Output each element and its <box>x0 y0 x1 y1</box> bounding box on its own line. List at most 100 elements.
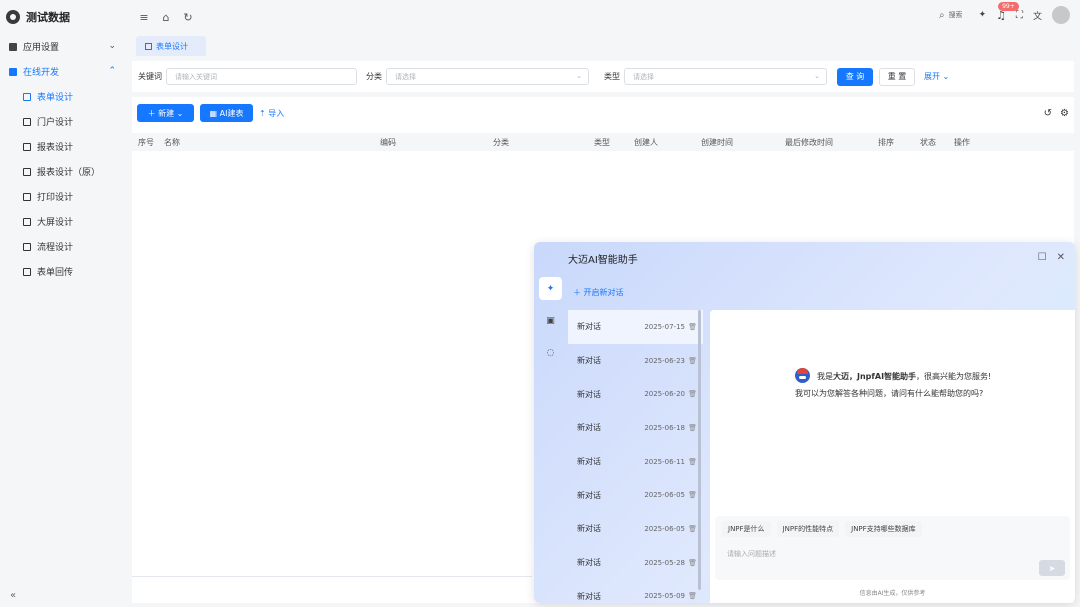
sidebar-group-label: 应用设置 <box>23 43 60 53</box>
reset-button[interactable]: 重 置 <box>879 67 915 86</box>
maximize-icon[interactable]: ☐ <box>1038 252 1047 263</box>
sidebar-item-screen-design[interactable]: 大屏设计 <box>0 209 130 234</box>
ai-icon[interactable]: ✦ <box>979 10 987 20</box>
contact-icon[interactable]: ▣ <box>539 309 562 332</box>
column-header: 最后修改时间 <box>785 138 833 147</box>
window-controls: ☐ ✕ <box>1038 252 1065 263</box>
conversation-title: 新对话 <box>577 322 601 332</box>
query-label: 查 询 <box>845 72 865 81</box>
conversation-list: 新对话 2025-07-15 🗑 新对话 2025-06-23 🗑 新对话 20… <box>568 310 703 603</box>
ai-panel-title: 大迈AI智能助手 <box>568 255 638 266</box>
conversation-item[interactable]: 新对话 2025-06-20 🗑 <box>568 377 703 411</box>
keyword-placeholder: 请输入关键词 <box>175 72 217 81</box>
menu-icon[interactable]: ≡ <box>136 11 152 24</box>
trash-icon[interactable]: 🗑 <box>688 491 697 499</box>
new-chat-button[interactable]: ＋ 开启新对话 <box>573 287 624 298</box>
sidebar-item-label: 门户设计 <box>37 118 74 128</box>
conversation-title: 新对话 <box>577 591 601 601</box>
column-header: 编码 <box>380 138 396 147</box>
trash-icon[interactable]: 🗑 <box>688 357 697 365</box>
conversation-date: 2025-05-09 <box>644 592 685 601</box>
gear-logo-icon <box>6 10 20 24</box>
keyword-label: 关键词 <box>138 72 162 81</box>
sidebar-item-portal-design[interactable]: 门户设计 <box>0 109 130 134</box>
suggestion-chip[interactable]: JNPF是什么 <box>722 521 771 537</box>
conversation-item[interactable]: 新对话 2025-06-23 🗑 <box>568 344 703 378</box>
trash-icon[interactable]: 🗑 <box>688 458 697 466</box>
ai-chat-icon[interactable]: ✦ <box>539 277 562 300</box>
ai-table-button[interactable]: ▦ AI建表 <box>200 104 253 122</box>
refresh-icon[interactable]: ↻ <box>180 11 196 24</box>
table-icon: ▦ <box>209 108 220 118</box>
import-link[interactable]: ⇡ 导入 <box>259 108 284 119</box>
refresh-icon[interactable]: ↺ <box>1044 108 1052 119</box>
sidebar-item-label: 流程设计 <box>37 243 74 253</box>
category-label: 分类 <box>366 72 382 81</box>
expand-link[interactable]: 展开 ⌄ <box>924 71 949 82</box>
bot-avatar-icon <box>795 368 810 383</box>
column-header: 状态 <box>920 138 936 147</box>
settings-icon[interactable]: ⚙ <box>1060 108 1069 119</box>
type-select[interactable]: 请选择 ⌄ <box>624 68 827 85</box>
chat-input-box[interactable]: JNPF是什么 JNPF的性能特点 JNPF支持哪些数据库 请输入问题描述 ➤ <box>715 516 1070 580</box>
tab-form-design[interactable]: 表单设计 <box>136 36 206 56</box>
chevron-down-icon: ⌄ <box>576 72 582 80</box>
search-button[interactable]: ⌕ 搜索 <box>939 10 963 21</box>
conversation-item[interactable]: 新对话 2025-07-15 🗑 <box>568 310 703 344</box>
home-icon[interactable]: ⌂ <box>158 11 174 24</box>
sidebar-item-form-design[interactable]: 表单设计 <box>0 84 130 109</box>
notification-button[interactable]: ♫ 99+ <box>996 1 1019 22</box>
conversation-item[interactable]: 新对话 2025-05-28 🗑 <box>568 546 703 580</box>
column-header: 排序 <box>878 138 894 147</box>
conversation-title: 新对话 <box>577 558 601 568</box>
trash-icon[interactable]: 🗑 <box>688 525 697 533</box>
toolbar: ＋ 新建 ⌄ ▦ AI建表 ⇡ 导入 <box>137 104 284 122</box>
conversation-date: 2025-06-05 <box>644 491 685 500</box>
sidebar-item-form-return[interactable]: 表单回传 <box>0 259 130 284</box>
sidebar-item-report-design[interactable]: 报表设计 <box>0 134 130 159</box>
sidebar-item-report-design-legacy[interactable]: 报表设计（原） <box>0 159 130 184</box>
suggestion-chip[interactable]: JNPF的性能特点 <box>776 521 840 537</box>
send-button[interactable]: ➤ <box>1039 560 1065 576</box>
conversation-scrollbar[interactable] <box>698 310 701 590</box>
keyword-input[interactable]: 请输入关键词 <box>166 68 357 85</box>
sidebar-item-print-design[interactable]: 打印设计 <box>0 184 130 209</box>
chevron-down-icon: ⌄ <box>814 72 820 80</box>
chat-input-placeholder: 请输入问题描述 <box>727 550 776 558</box>
avatar[interactable] <box>1052 6 1070 24</box>
conversation-item[interactable]: 新对话 2025-05-09 🗑 <box>568 580 703 604</box>
conversation-item[interactable]: 新对话 2025-06-11 🗑 <box>568 445 703 479</box>
fullscreen-icon[interactable]: ⛶ <box>1016 10 1023 21</box>
new-chat-label: 开启新对话 <box>583 288 624 297</box>
conversation-item[interactable]: 新对话 2025-06-18 🗑 <box>568 411 703 445</box>
trash-icon[interactable]: 🗑 <box>688 323 697 331</box>
collapse-sidebar-icon[interactable]: « <box>10 590 16 601</box>
new-button[interactable]: ＋ 新建 ⌄ <box>137 104 194 122</box>
message-icon[interactable]: ◌ <box>539 341 562 364</box>
trash-icon[interactable]: 🗑 <box>688 424 697 432</box>
tab-bar: 表单设计 <box>130 34 1080 58</box>
trash-icon[interactable]: 🗑 <box>688 559 697 567</box>
translate-icon[interactable]: 文 <box>1033 9 1042 22</box>
brand: 测试数据 <box>0 0 130 34</box>
horizontal-scrollbar[interactable] <box>132 576 532 577</box>
query-button[interactable]: 查 询 <box>837 67 873 86</box>
filter-bar: 关键词 请输入关键词 分类 请选择 ⌄ 类型 请选择 ⌄ 查 询 重 置 展开 … <box>132 61 1074 92</box>
conversation-title: 新对话 <box>577 490 601 500</box>
table-header: 序号 名称 编码 分类 类型 创建人 创建时间 最后修改时间 排序 状态 操作 <box>132 133 1074 151</box>
sidebar-item-flow-design[interactable]: 流程设计 <box>0 234 130 259</box>
category-select[interactable]: 请选择 ⌄ <box>386 68 589 85</box>
sidebar-group-app-settings[interactable]: 应用设置 ⌄ <box>0 34 130 59</box>
trash-icon[interactable]: 🗑 <box>688 390 697 398</box>
sidebar-group-online-dev[interactable]: 在线开发 ⌃ <box>0 59 130 84</box>
topbar: ≡ ⌂ ↻ ⌕ 搜索 ✦ ♫ 99+ ⛶ 文 <box>130 0 1080 34</box>
chevron-up-icon: ⌃ <box>108 66 116 76</box>
conversation-item[interactable]: 新对话 2025-06-05 🗑 <box>568 478 703 512</box>
conversation-item[interactable]: 新对话 2025-06-05 🗑 <box>568 512 703 546</box>
ai-assistant-panel: 大迈AI智能助手 ☐ ✕ ✦ ▣ ◌ ＋ 开启新对话 新对话 2025-07-1… <box>534 242 1075 603</box>
trash-icon[interactable]: 🗑 <box>688 592 697 600</box>
report-icon <box>23 142 31 151</box>
suggestion-chip[interactable]: JNPF支持哪些数据库 <box>845 521 922 537</box>
close-icon[interactable]: ✕ <box>1057 252 1065 263</box>
notification-badge: 99+ <box>998 1 1019 11</box>
